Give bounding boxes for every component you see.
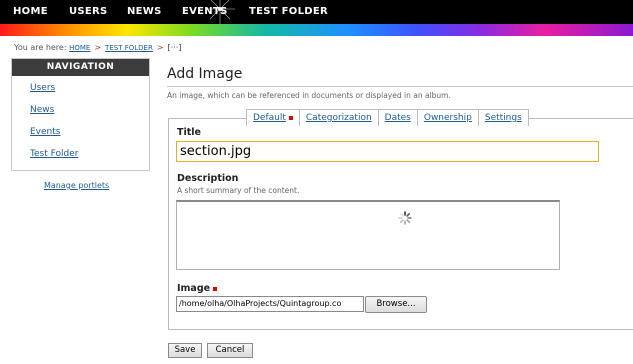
nav-users[interactable]: USERS [69,0,108,24]
tab-dates[interactable]: Dates [379,110,418,126]
navigation-portlet: NAVIGATION Users News Events Test Folder [11,58,150,171]
cancel-button[interactable]: Cancel [207,343,253,358]
form-tabs: Default Categorization Dates Ownership S… [246,109,529,126]
page-description: An image, which can be referenced in doc… [167,91,451,100]
browse-button[interactable]: Browse... [365,296,427,313]
manage-portlets-link[interactable]: Manage portlets [44,181,109,190]
tab-label: Settings [484,113,522,123]
list-item: News [30,105,54,115]
page-title: Add Image [167,66,243,82]
portlet-title: NAVIGATION [12,59,149,76]
sidebar-item-test-folder[interactable]: Test Folder [30,149,78,159]
description-label-text: Description [177,173,239,184]
title-label: Title [177,127,201,138]
nav-events[interactable]: EVENTS [182,0,228,24]
description-label: Description [177,173,238,184]
tab-settings[interactable]: Settings [479,110,528,126]
breadcrumb-current: [···] [167,43,182,52]
breadcrumb-prefix: You are here: [14,43,67,52]
sidebar-item-users[interactable]: Users [30,83,55,93]
breadcrumb: You are here: HOME > TEST FOLDER > [···] [14,43,181,52]
image-file-input[interactable]: /home/olha/OlhaProjects/Quintagroup.co [176,296,364,312]
description-textarea[interactable] [176,200,560,270]
top-navigation-bar: HOME USERS NEWS EVENTS TEST FOLDER [0,0,633,24]
title-label-text: Title [177,127,201,138]
list-item: Users [30,83,55,93]
required-icon [288,116,293,120]
breadcrumb-home[interactable]: HOME [69,44,90,52]
nav-home[interactable]: HOME [13,0,48,24]
tab-label: Ownership [423,113,472,123]
tab-default[interactable]: Default [247,110,300,126]
title-divider [167,86,633,87]
image-label-text: Image [177,283,211,294]
rainbow-banner [0,24,633,36]
save-button[interactable]: Save [168,343,202,358]
nav-news[interactable]: NEWS [127,0,162,24]
tab-label: Categorization [305,113,372,123]
title-field[interactable] [176,141,599,162]
image-label: Image [177,283,218,294]
sidebar-item-events[interactable]: Events [30,127,60,137]
tab-categorization[interactable]: Categorization [300,110,379,126]
tab-label: Default [253,113,286,123]
sidebar-item-news[interactable]: News [30,105,54,115]
breadcrumb-test-folder[interactable]: TEST FOLDER [105,44,153,52]
tab-ownership[interactable]: Ownership [418,110,479,126]
tab-label: Dates [384,113,411,123]
required-icon [213,286,218,291]
nav-test-folder[interactable]: TEST FOLDER [249,0,328,24]
description-help: A short summary of the content. [177,186,300,195]
list-item: Events [30,127,60,137]
breadcrumb-separator-icon: > [156,43,164,52]
list-item: Test Folder [30,149,78,159]
breadcrumb-separator-icon: > [94,43,102,52]
loading-spinner-icon [398,211,412,225]
